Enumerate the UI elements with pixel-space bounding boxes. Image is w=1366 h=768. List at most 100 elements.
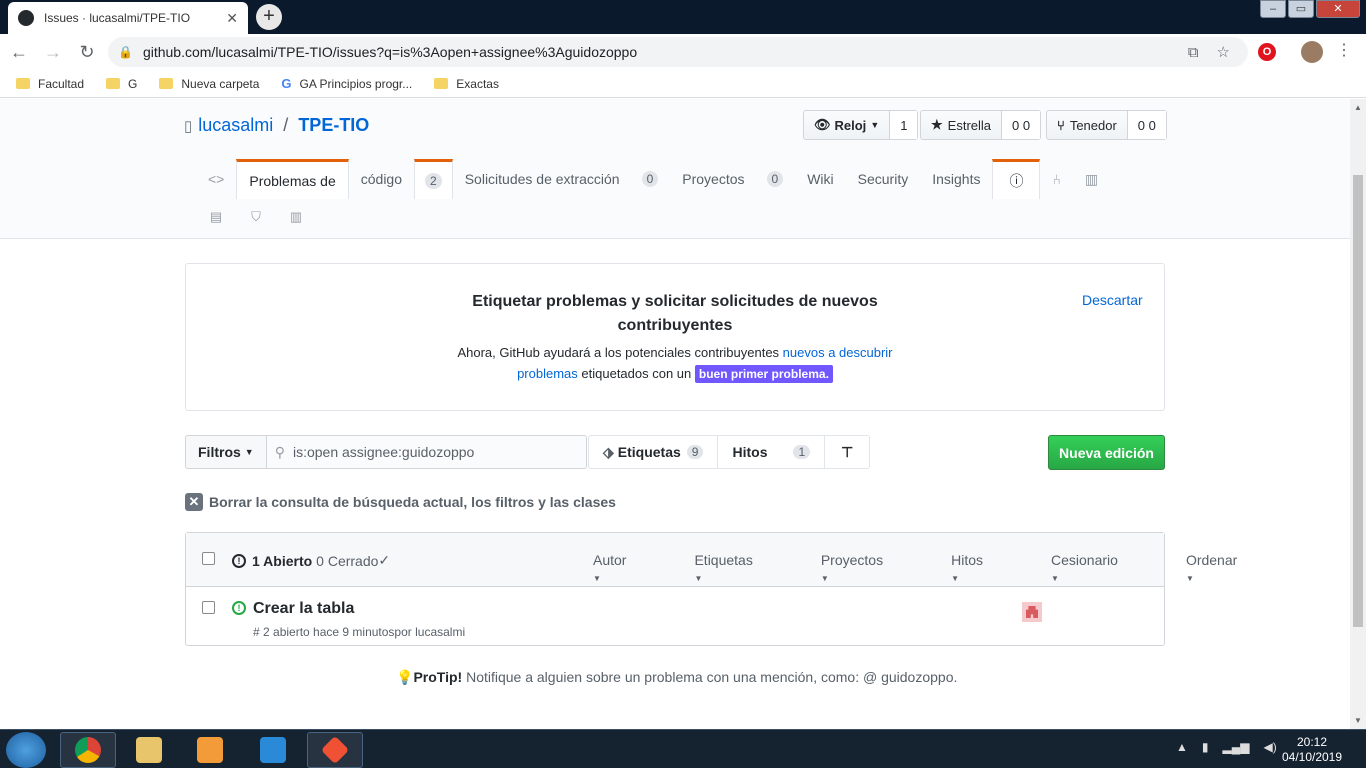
book-icon[interactable]: ▤ [196, 209, 236, 225]
repo-book-icon: ▯ [184, 117, 193, 135]
good-first-issue-label[interactable]: buen primer problema. [694, 365, 833, 383]
projects-filter[interactable]: Proyectos ▼ [821, 552, 917, 584]
tray-expand-icon[interactable]: ▲ [1176, 740, 1188, 754]
star-button[interactable]: ★ Estrella [921, 111, 1003, 139]
repo-nav: <> Problemas de código 2 Solicitudes de … [196, 159, 1110, 199]
url-text[interactable]: github.com/lucasalmi/TPE-TIO/issues?q=is… [143, 44, 1188, 60]
project-board-icon[interactable]: ▥ [1073, 159, 1110, 199]
opera-extension-icon[interactable]: O [1258, 43, 1276, 61]
network-icon[interactable]: ▮ [1202, 740, 1209, 754]
address-bar[interactable]: 🔒 github.com/lucasalmi/TPE-TIO/issues?q=… [108, 37, 1248, 67]
fork-count[interactable]: 0 0 [1127, 111, 1166, 139]
issue-search-input[interactable]: ⚲ is:open assignee:guidozoppo [266, 435, 587, 469]
volume-icon[interactable]: ◀) [1263, 740, 1276, 754]
tab-security[interactable]: Security [846, 159, 921, 199]
vscode-taskbar-icon[interactable] [245, 732, 301, 768]
issue-checkbox[interactable] [202, 601, 215, 614]
code-angle-icon[interactable]: <> [196, 159, 236, 199]
caret-down-icon: ▼ [694, 574, 703, 583]
caret-down-icon: ▼ [1051, 574, 1059, 583]
caret-down-icon: ▼ [820, 574, 829, 583]
profile-avatar[interactable] [1301, 41, 1323, 63]
tab-pulls[interactable]: Solicitudes de extracción 0 [453, 159, 671, 199]
browser-tab[interactable]: Issues · lucasalmi/TPE-TIO ✕ [8, 2, 248, 34]
tab-wiki[interactable]: Wiki [795, 159, 845, 199]
scroll-thumb[interactable] [1353, 175, 1363, 627]
repo-nav-secondary: ▤ ⛉ ▥ [196, 209, 316, 225]
translate-icon[interactable]: ⧉ [1188, 44, 1199, 61]
filters-dropdown[interactable]: Filtros ▼ [185, 435, 267, 469]
milestones-button[interactable]: Hitos 1 [718, 436, 826, 468]
promo-body: Ahora, GitHub ayudará a los potenciales … [457, 345, 893, 383]
tab-close-icon[interactable]: ✕ [226, 10, 238, 27]
new-issue-button[interactable]: Nueva edición [1048, 435, 1165, 470]
labels-milestones-group: ⬗ Etiquetas 9 Hitos 1 ⊤ [588, 435, 871, 469]
open-issues-link[interactable]: 1 Abierto [252, 553, 312, 569]
labels-button[interactable]: ⬗ Etiquetas 9 [589, 436, 719, 468]
bookmark-facultad[interactable]: Facultad [16, 77, 84, 91]
reload-icon[interactable]: ↻ [72, 42, 102, 63]
windows-taskbar: ▲ ▮ ▂▄▆ ◀) 20:12 04/10/2019 [0, 729, 1366, 768]
page-scrollbar[interactable]: ▲ ▼ [1350, 99, 1366, 729]
repo-name-link[interactable]: TPE-TIO [298, 115, 369, 136]
github-page: ▯ lucasalmi / TPE-TIO 👁 Reloj ▼ 1 ★ Estrell… [0, 99, 1350, 729]
fork-button[interactable]: ⑂ Tenedor [1047, 111, 1128, 139]
shield-icon[interactable]: ⛉ [236, 209, 276, 225]
git-taskbar-icon[interactable] [307, 732, 363, 768]
close-window-button[interactable]: ✕ [1316, 0, 1360, 18]
promo-heading: Etiquetar problemas y solicitar solicitu… [472, 293, 878, 334]
watch-count[interactable]: 1 [890, 111, 918, 139]
clear-query[interactable]: ✕ Borrar la consulta de búsqueda actual,… [185, 493, 616, 511]
closed-issues-link[interactable]: 0 Cerrado [316, 553, 378, 569]
pull-request-icon[interactable]: ⑃ [1040, 159, 1072, 199]
explorer-taskbar-icon[interactable] [121, 732, 177, 768]
clock[interactable]: 20:12 04/10/2019 [1280, 735, 1344, 765]
bookmark-exactas[interactable]: Exactas [434, 77, 499, 91]
graph-icon[interactable]: ▥ [276, 209, 316, 225]
milestones-filter[interactable]: Hitos ▼ [951, 552, 1017, 584]
issue-row: ! Crear la tabla # 2 abierto hace 9 minu… [186, 587, 1164, 645]
signal-icon[interactable]: ▂▄▆ [1223, 740, 1250, 754]
repo-header: ▯ lucasalmi / TPE-TIO 👁 Reloj ▼ 1 ★ Estrell… [0, 99, 1350, 239]
eye-icon: 👁 [814, 117, 831, 132]
new-tab-button[interactable]: + [256, 4, 282, 30]
start-button[interactable] [6, 732, 46, 768]
protip: 💡ProTip! Notifique a alguien sobre un pr… [396, 669, 958, 685]
issue-title-link[interactable]: Crear la tabla [253, 600, 354, 618]
author-filter[interactable]: Autor ▼ [593, 552, 660, 584]
caret-down-icon: ▼ [244, 447, 254, 457]
minimize-button[interactable]: – [1260, 0, 1286, 18]
tab-code[interactable]: código [349, 159, 414, 199]
maximize-button[interactable]: ▭ [1288, 0, 1314, 18]
browser-menu-icon[interactable]: ⋮ [1336, 40, 1352, 60]
bookmark-g[interactable]: G [106, 77, 137, 91]
tab-issues[interactable]: Problemas de [236, 159, 349, 199]
dismiss-button[interactable]: Descartar [1082, 292, 1143, 308]
tab-projects[interactable]: Proyectos 0 [670, 159, 795, 199]
sort-filter[interactable]: Ordenar ▼ [1186, 552, 1271, 584]
milestone-signpost-icon[interactable]: ⊤ [825, 436, 869, 468]
issue-opened-icon[interactable]: ⓘ [992, 159, 1041, 199]
chrome-taskbar-icon[interactable] [60, 732, 116, 768]
scroll-up-icon[interactable]: ▲ [1354, 103, 1362, 112]
google-icon: G [281, 76, 292, 91]
bookmark-nueva-carpeta[interactable]: Nueva carpeta [159, 77, 259, 91]
assignee-filter[interactable]: Cesionario ▼ [1051, 552, 1152, 584]
issues-list-header: ! 1 Abierto 0 Cerrado ✓ Autor ▼ Etiqueta… [186, 533, 1237, 587]
assignee-avatar[interactable] [1022, 602, 1042, 622]
scroll-down-icon[interactable]: ▼ [1354, 716, 1362, 725]
back-icon[interactable]: ← [4, 42, 34, 63]
tab-issues-count[interactable]: 2 [414, 159, 453, 199]
bookmark-principios[interactable]: G GA Principios progr... [281, 76, 412, 91]
watch-button[interactable]: 👁 Reloj ▼ [804, 111, 891, 139]
tab-insights[interactable]: Insights [920, 159, 992, 199]
bookmark-star-icon[interactable]: ☆ [1217, 43, 1230, 61]
repo-owner-link[interactable]: lucasalmi [198, 115, 273, 136]
system-tray: ▲ ▮ ▂▄▆ ◀) [1176, 740, 1291, 754]
media-player-taskbar-icon[interactable] [182, 732, 238, 768]
folder-icon [106, 78, 121, 89]
select-all-checkbox[interactable] [202, 552, 215, 565]
star-count[interactable]: 0 0 [1002, 111, 1041, 139]
forward-icon[interactable]: → [38, 42, 68, 63]
labels-filter[interactable]: Etiquetas ▼ [694, 552, 786, 584]
